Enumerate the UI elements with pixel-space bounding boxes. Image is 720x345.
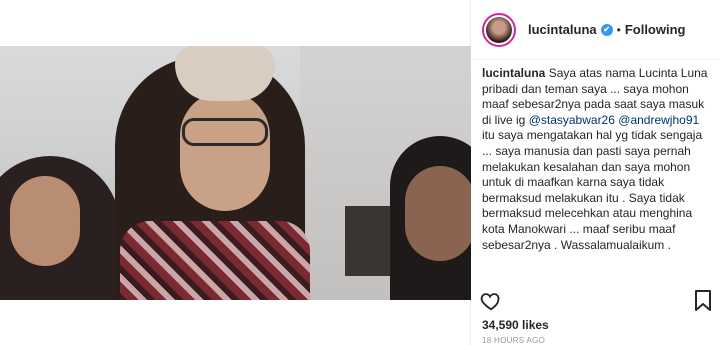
person-center-shirt (120, 221, 310, 300)
person-center-face (180, 91, 270, 211)
avatar-image (486, 16, 512, 43)
person-center-hat (175, 46, 275, 101)
person-right-face (405, 166, 471, 261)
username-link[interactable]: lucintaluna (528, 22, 597, 37)
person-left-face (10, 176, 80, 266)
action-bar (480, 290, 712, 312)
following-button[interactable]: Following (625, 22, 686, 37)
post-sidebar: lucintaluna ✔ • Following lucintaluna Sa… (472, 0, 720, 345)
mention-link[interactable]: @stasyabwar26 (529, 113, 615, 127)
caption-text: itu saya mengatakan hal yg tidak sengaja… (482, 128, 703, 252)
likes-count[interactable]: 34,590 likes (482, 318, 549, 332)
mention-link[interactable]: @andrewjho91 (618, 113, 699, 127)
verified-badge-icon: ✔ (600, 23, 613, 36)
post-video[interactable] (0, 46, 471, 300)
separator-dot: • (616, 22, 621, 37)
post-timestamp[interactable]: 18 HOURS AGO (482, 336, 545, 345)
post-header: lucintaluna ✔ • Following (472, 0, 720, 60)
bookmark-icon[interactable] (694, 290, 712, 312)
caption-username[interactable]: lucintaluna (482, 66, 545, 80)
avatar[interactable] (482, 12, 516, 47)
media-pane (0, 0, 471, 345)
caption: lucintaluna Saya atas nama Lucinta Luna … (482, 66, 714, 253)
heart-icon[interactable] (480, 290, 502, 312)
person-center-glasses (182, 118, 268, 146)
